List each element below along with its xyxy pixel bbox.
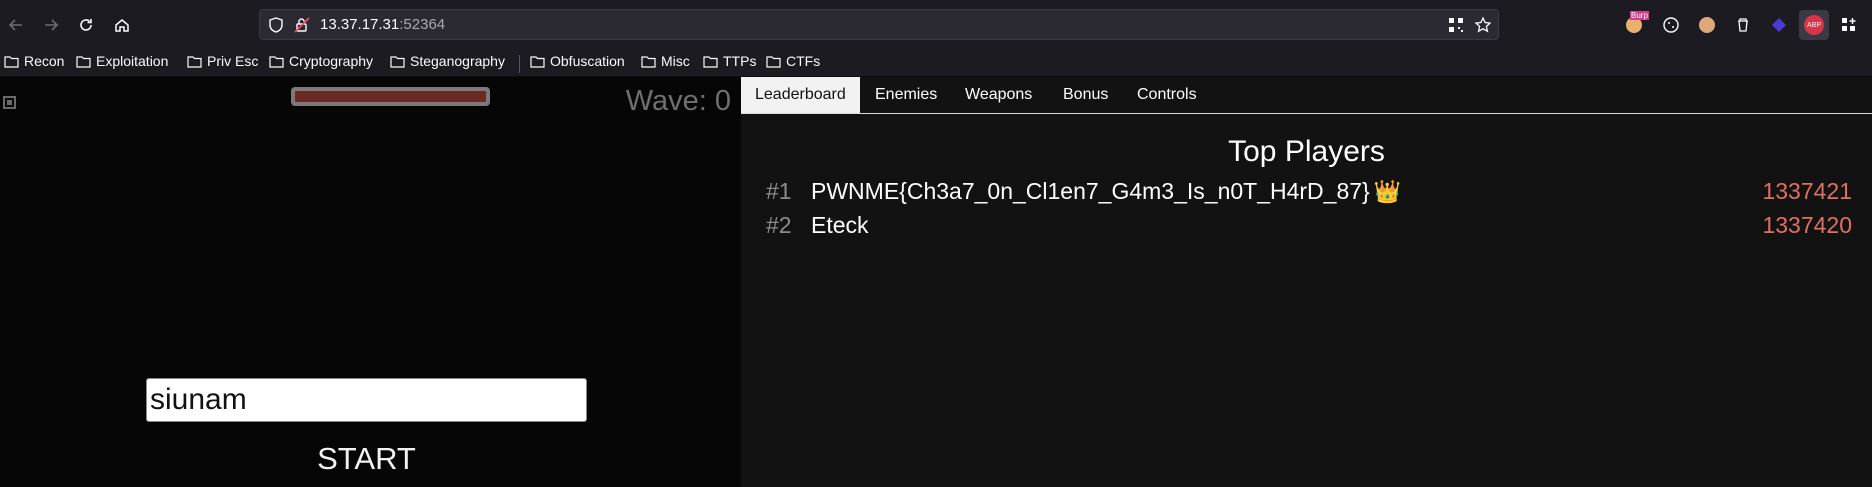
- tab-bonus[interactable]: Bonus: [1049, 77, 1122, 113]
- bookmark-separator: [519, 55, 520, 73]
- home-button[interactable]: [109, 12, 135, 38]
- url-bar[interactable]: 13.37.17.31:52364: [259, 9, 1499, 40]
- insecure-lock-icon[interactable]: [293, 16, 311, 34]
- folder-icon: [390, 55, 405, 68]
- bookmark-ttps[interactable]: TTPs: [703, 53, 756, 69]
- health-fill: [295, 91, 486, 102]
- forward-button[interactable]: [38, 12, 64, 38]
- folder-icon: [766, 55, 781, 68]
- bookmark-misc[interactable]: Misc: [641, 53, 690, 69]
- menu-square-icon[interactable]: [3, 96, 16, 109]
- folder-icon: [4, 55, 19, 68]
- tab-bar: Leaderboard Enemies Weapons Bonus Contro…: [741, 77, 1872, 114]
- tab-weapons[interactable]: Weapons: [951, 77, 1046, 113]
- bookmark-recon[interactable]: Recon: [4, 53, 64, 69]
- reload-icon: [80, 19, 92, 31]
- bookmark-priv-esc[interactable]: Priv Esc: [187, 53, 258, 69]
- health-bar: [291, 87, 490, 106]
- bookmark-cryptography[interactable]: Cryptography: [269, 53, 373, 69]
- url-text[interactable]: 13.37.17.31:52364: [320, 16, 445, 33]
- start-button[interactable]: START: [146, 441, 587, 477]
- leaderboard-title: Top Players: [1228, 135, 1385, 168]
- shield-icon[interactable]: [267, 16, 285, 34]
- folder-icon: [187, 55, 202, 68]
- bookmark-obfuscation[interactable]: Obfuscation: [530, 53, 625, 69]
- trash-icon[interactable]: [1732, 14, 1754, 36]
- abp-label: ABP: [1804, 15, 1824, 35]
- folder-icon: [76, 55, 91, 68]
- bookmark-exploitation[interactable]: Exploitation: [76, 53, 168, 69]
- folder-icon: [530, 55, 545, 68]
- player-name: Eteck: [811, 212, 869, 238]
- bookmark-steganography[interactable]: Steganography: [390, 53, 505, 69]
- glasses-icon[interactable]: [1696, 14, 1718, 36]
- diamond-icon[interactable]: [1768, 14, 1790, 36]
- bookmarks-bar: Recon Exploitation Priv Esc Cryptography…: [0, 50, 1872, 77]
- tab-enemies[interactable]: Enemies: [861, 77, 951, 113]
- player-rank: #1: [766, 178, 792, 204]
- info-panel: Leaderboard Enemies Weapons Bonus Contro…: [741, 77, 1872, 487]
- home-icon: [115, 19, 129, 32]
- forward-arrow-icon: [45, 19, 59, 31]
- cookie-icon[interactable]: [1660, 14, 1682, 36]
- bookmark-ctfs[interactable]: CTFs: [766, 53, 820, 69]
- folder-icon: [703, 55, 718, 68]
- abp-icon[interactable]: ABP: [1799, 10, 1829, 40]
- qr-code-icon[interactable]: [1447, 16, 1465, 34]
- bookmark-star-icon[interactable]: [1474, 16, 1492, 34]
- player-score: 1337421: [1762, 178, 1852, 204]
- folder-icon: [269, 55, 284, 68]
- folder-icon: [641, 55, 656, 68]
- player-rank: #2: [766, 212, 792, 238]
- player-name-input[interactable]: [146, 378, 587, 422]
- back-arrow-icon: [8, 19, 22, 31]
- player-name: PWNME{Ch3a7_0n_Cl1en7_G4m3_Is_n0T_H4rD_8…: [811, 178, 1402, 204]
- reload-button[interactable]: [73, 12, 99, 38]
- wave-counter: Wave: 0: [625, 85, 731, 117]
- leaderboard-row: #2 Eteck 1337420: [766, 212, 1856, 242]
- game-canvas[interactable]: Wave: 0 START: [0, 77, 741, 487]
- player-score: 1337420: [1762, 212, 1852, 238]
- burp-badge: Burp: [1630, 11, 1649, 20]
- browser-toolbar: 13.37.17.31:52364 Burp ABP: [0, 0, 1872, 50]
- crown-icon: 👑: [1373, 179, 1402, 204]
- back-button[interactable]: [3, 12, 29, 38]
- leaderboard-row: #1 PWNME{Ch3a7_0n_Cl1en7_G4m3_Is_n0T_H4r…: [766, 178, 1856, 208]
- tab-controls[interactable]: Controls: [1123, 77, 1211, 113]
- grid-add-icon[interactable]: [1838, 14, 1860, 36]
- burp-icon[interactable]: Burp: [1623, 11, 1649, 36]
- tab-leaderboard[interactable]: Leaderboard: [741, 77, 860, 113]
